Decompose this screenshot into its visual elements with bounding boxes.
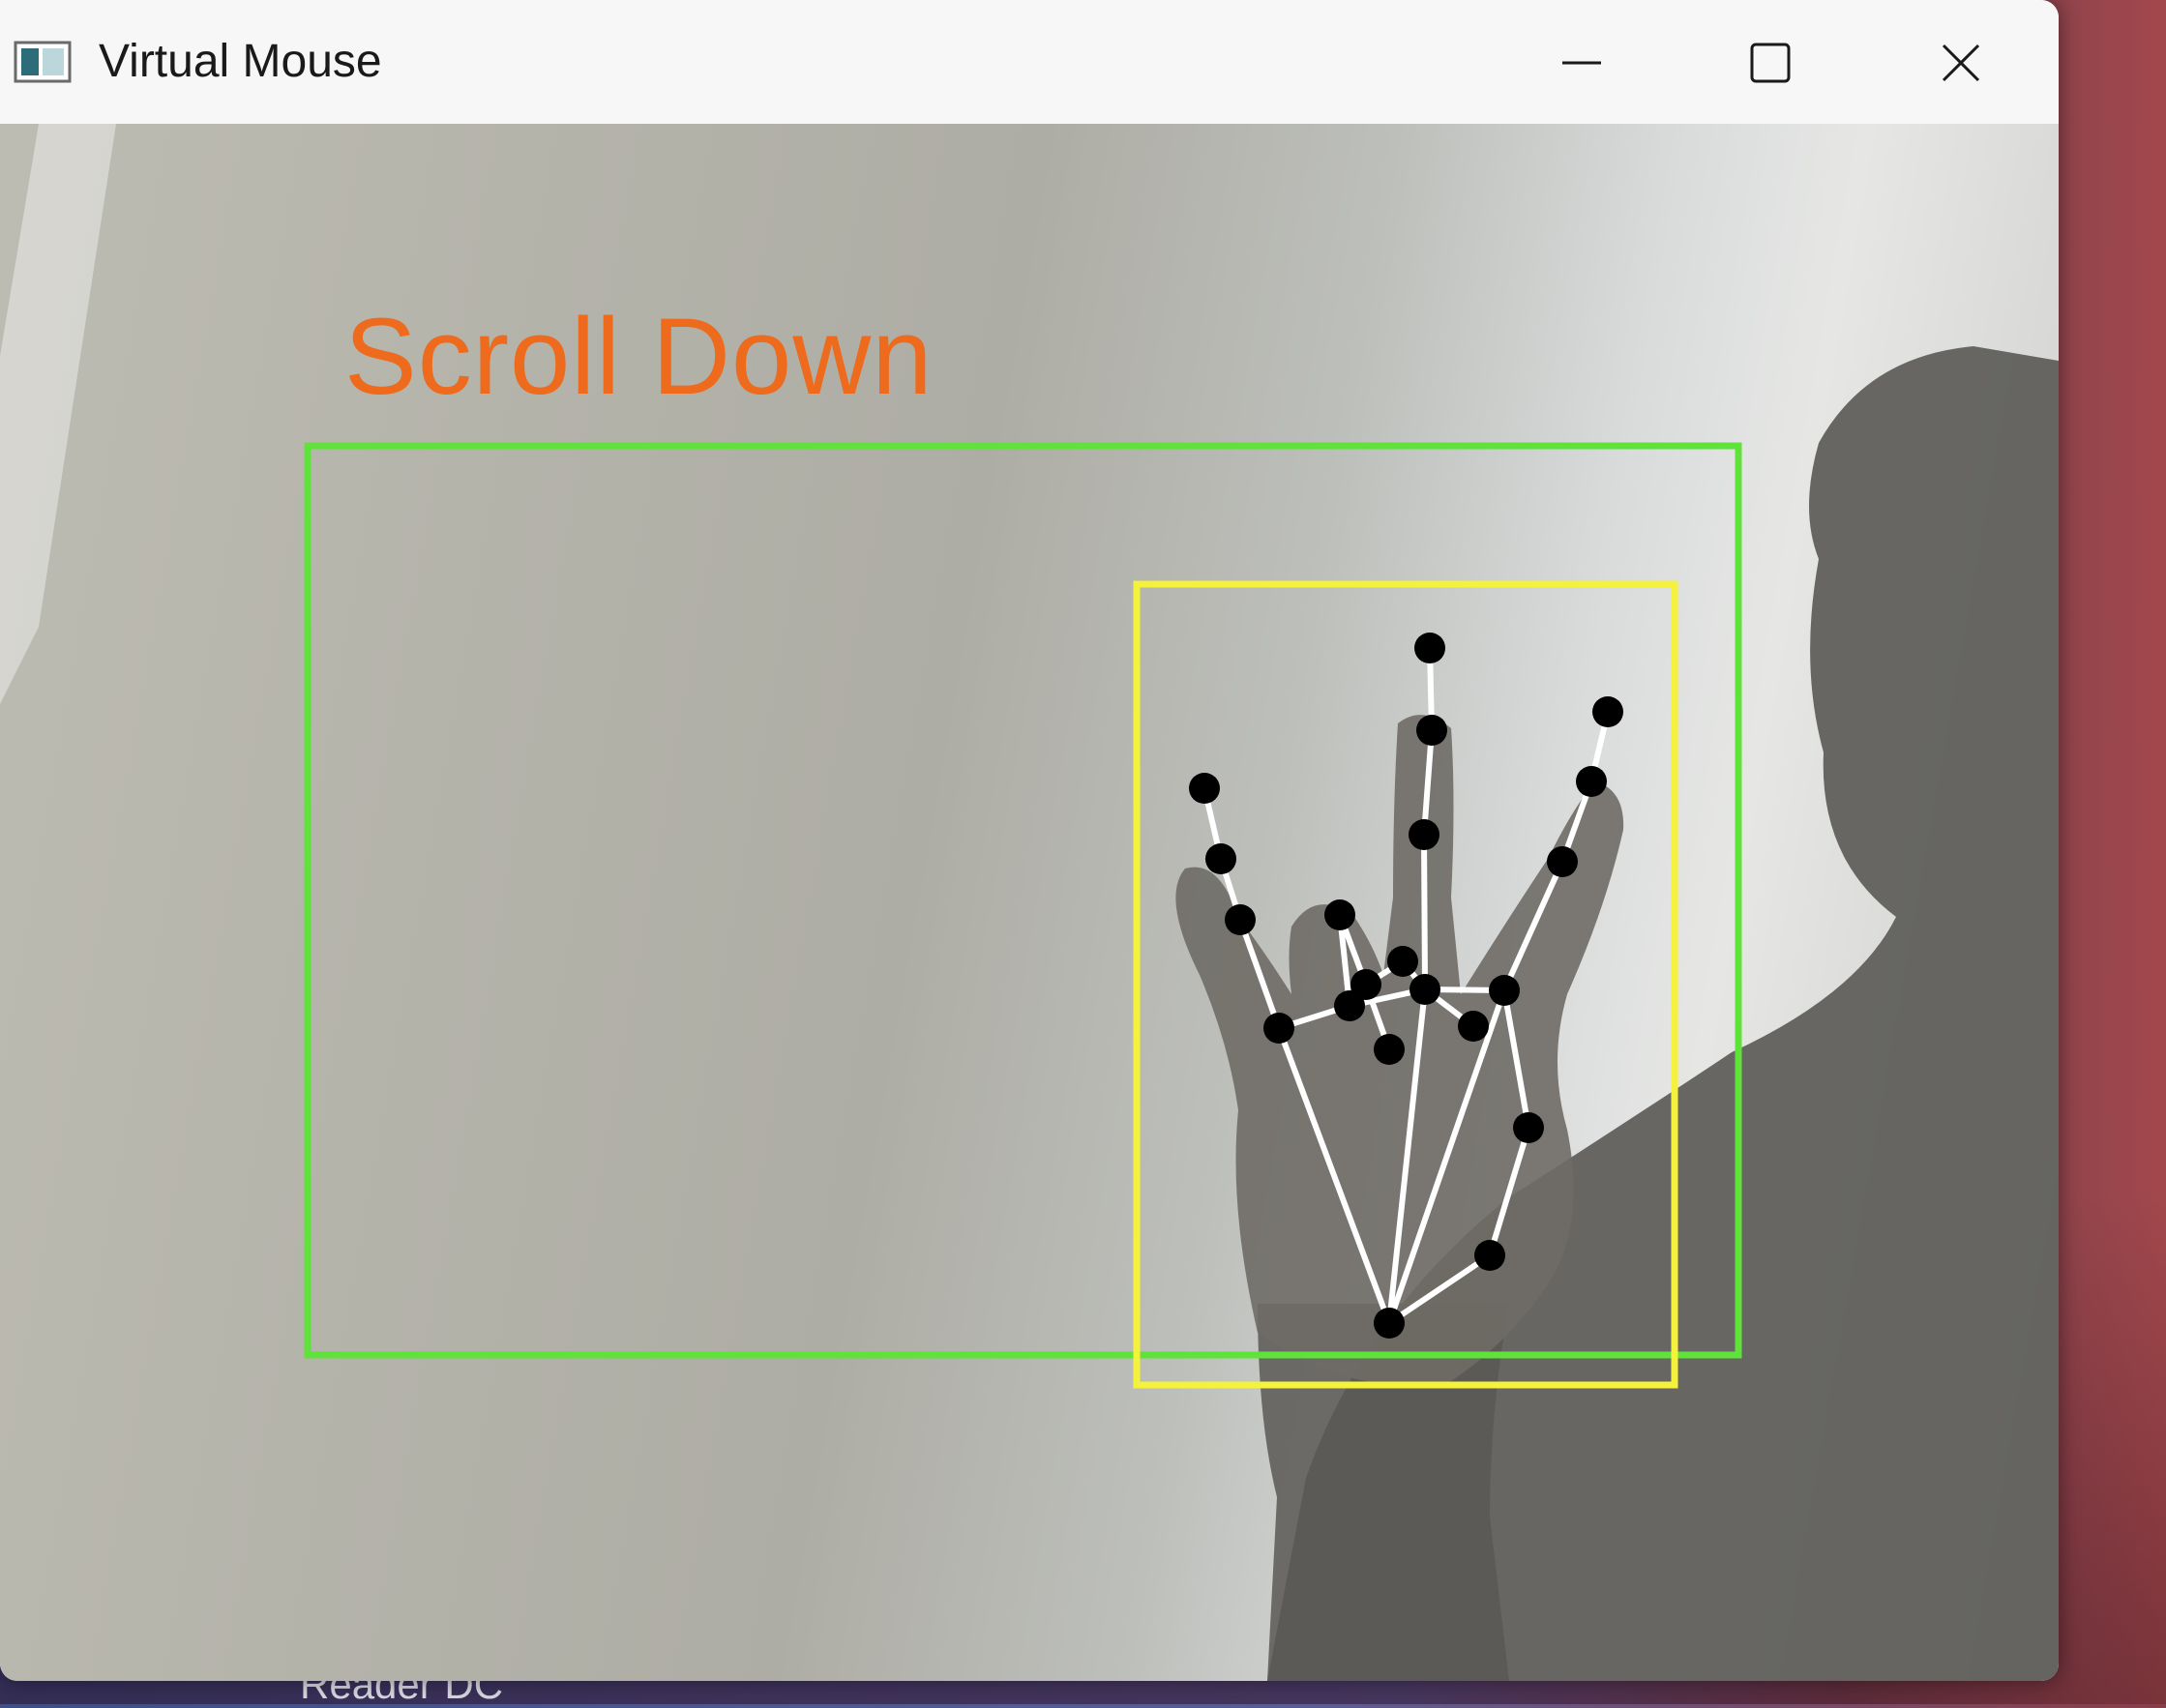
landmark-point <box>1489 975 1520 1006</box>
landmark-point <box>1205 843 1236 874</box>
minimize-icon <box>1562 61 1601 65</box>
app-icon <box>14 41 72 83</box>
landmark-point <box>1474 1240 1505 1271</box>
landmark-point <box>1576 766 1607 797</box>
camera-feed: Scroll Down <box>0 124 2059 1681</box>
landmark-point <box>1189 773 1220 804</box>
landmark-point <box>1374 1034 1405 1065</box>
landmark-point <box>1225 904 1256 935</box>
close-icon <box>1942 44 1980 82</box>
landmark-point <box>1324 899 1355 930</box>
camera-scene <box>0 124 2059 1681</box>
landmark-point <box>1409 819 1439 850</box>
title-bar[interactable]: Virtual Mouse <box>0 0 2059 124</box>
minimize-button[interactable] <box>1528 19 1635 106</box>
landmark-point <box>1458 1011 1489 1042</box>
gesture-label: Scroll Down <box>344 296 934 417</box>
virtual-mouse-window[interactable]: Virtual Mouse Scroll Down <box>0 0 2059 1681</box>
landmark-point <box>1416 715 1447 746</box>
landmark-point <box>1387 946 1418 977</box>
window-title: Virtual Mouse <box>99 36 382 87</box>
landmark-point <box>1547 846 1578 877</box>
landmark-point <box>1414 633 1445 663</box>
landmark-point <box>1592 696 1623 727</box>
landmark-point <box>1263 1013 1294 1044</box>
close-button[interactable] <box>1908 19 2014 106</box>
landmark-wrist <box>1374 1308 1405 1339</box>
landmark-point <box>1513 1112 1544 1143</box>
maximize-button[interactable] <box>1717 19 1824 106</box>
maximize-icon <box>1750 43 1791 83</box>
landmark-point <box>1350 969 1381 1000</box>
landmark-point <box>1409 974 1440 1005</box>
curtain-shape <box>0 124 116 704</box>
